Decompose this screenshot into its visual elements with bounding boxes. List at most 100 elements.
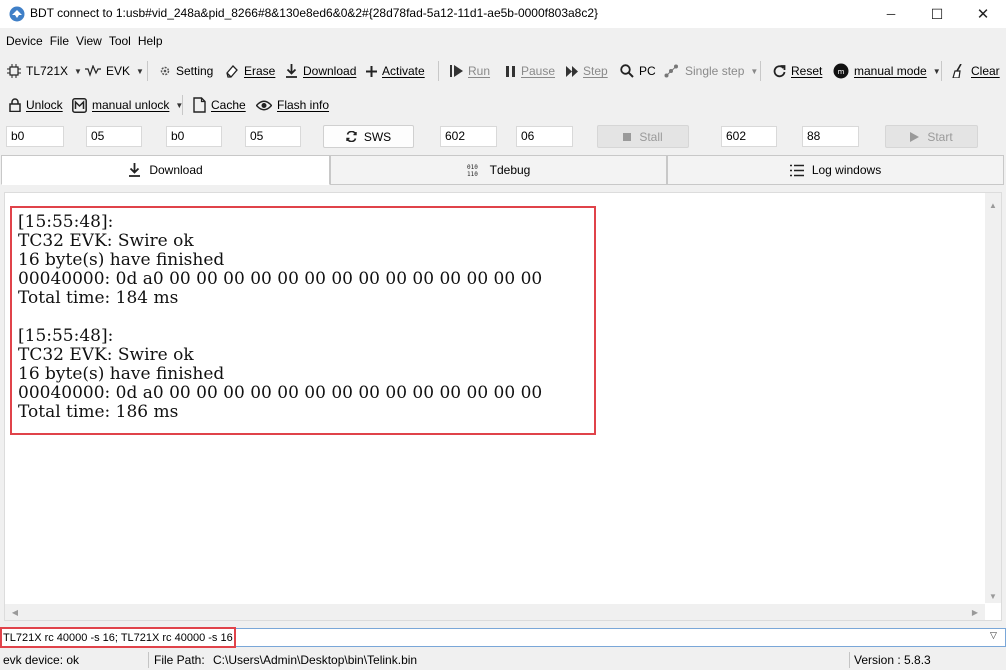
scroll-left-icon[interactable]: ◀: [7, 604, 23, 620]
cache-label: Cache: [211, 98, 246, 112]
manual-unlock-dropdown[interactable]: manual unlock ▼: [72, 91, 183, 119]
refresh-icon: [346, 131, 357, 142]
log-text: [15:55:48]: TC32 EVK: Swire ok 16 byte(s…: [18, 212, 543, 422]
field-8[interactable]: 88: [802, 126, 859, 147]
document-icon: [193, 97, 206, 113]
run-button[interactable]: Run: [450, 57, 490, 85]
pause-button[interactable]: Pause: [506, 57, 555, 85]
menu-help[interactable]: Help: [138, 34, 163, 48]
eraser-icon: [226, 65, 238, 78]
device-status: evk device: ok: [3, 653, 80, 667]
scroll-down-icon[interactable]: ▼: [985, 588, 1001, 604]
svg-text:110: 110: [467, 171, 478, 177]
unlock-button[interactable]: Unlock: [9, 91, 63, 119]
chip-select[interactable]: TL721X ▼: [7, 57, 82, 85]
scroll-right-icon[interactable]: ▶: [967, 604, 983, 620]
list-icon: [789, 164, 804, 176]
step-button[interactable]: Step: [566, 57, 608, 85]
pc-button[interactable]: PC: [620, 57, 656, 85]
reset-label: Reset: [791, 64, 823, 78]
cache-button[interactable]: Cache: [193, 91, 246, 119]
menu-device[interactable]: Device: [6, 34, 43, 48]
file-path-value: C:\Users\Admin\Desktop\bin\Telink.bin: [213, 653, 418, 667]
tab-download[interactable]: Download: [1, 155, 330, 185]
field-5[interactable]: 602: [440, 126, 497, 147]
title-bar: BDT connect to 1:usb#vid_248a&pid_8266#8…: [0, 0, 1006, 28]
lock-icon: [9, 98, 21, 112]
status-separator: [148, 652, 149, 668]
field-2[interactable]: 05: [86, 126, 142, 147]
version-label: Version : 5.8.3: [854, 653, 931, 667]
step-label: Step: [583, 64, 608, 78]
eye-icon: [256, 100, 272, 110]
tab-log-windows-label: Log windows: [811, 163, 882, 177]
start-button[interactable]: Start: [885, 125, 978, 148]
chevron-down-icon: ▼: [932, 66, 941, 76]
field-1[interactable]: b0: [6, 126, 64, 147]
status-separator: [849, 652, 850, 668]
sws-button[interactable]: SWS: [323, 125, 414, 148]
stall-label: Stall: [639, 129, 663, 144]
download-icon: [129, 163, 141, 177]
pause-icon: [506, 65, 515, 77]
activate-label: Activate: [382, 64, 425, 78]
horizontal-scrollbar[interactable]: ◀ ▶: [5, 604, 985, 620]
board-select[interactable]: EVK ▼: [85, 57, 144, 85]
svg-text:010: 010: [467, 164, 478, 171]
flash-info-label: Flash info: [277, 98, 330, 112]
menu-file[interactable]: File: [50, 34, 69, 48]
toolbar-separator: [147, 61, 148, 81]
chevron-down-icon: ▼: [136, 66, 144, 76]
menu-tool[interactable]: Tool: [109, 34, 131, 48]
erase-button[interactable]: Erase: [225, 57, 275, 85]
chip-icon: [7, 64, 21, 78]
play-icon: [910, 131, 920, 142]
field-4[interactable]: 05: [245, 126, 301, 147]
download-button[interactable]: Download: [285, 57, 356, 85]
manual-unlock-label: manual unlock: [92, 98, 170, 112]
main-toolbar: TL721X ▼ EVK ▼ Setting Erase Download Ac…: [0, 57, 1006, 85]
run-icon: [450, 65, 463, 77]
clear-button[interactable]: Clear: [952, 57, 1000, 85]
field-3[interactable]: b0: [166, 126, 222, 147]
activate-button[interactable]: Activate: [366, 57, 425, 85]
tab-download-label: Download: [149, 163, 203, 177]
erase-label: Erase: [244, 64, 276, 78]
toolbar-separator: [182, 95, 183, 115]
maximize-button[interactable]: ☐: [914, 0, 960, 28]
gear-icon: [160, 66, 170, 76]
command-highlight-box: [0, 627, 236, 648]
field-6[interactable]: 06: [516, 126, 573, 147]
run-label: Run: [468, 64, 491, 78]
toolbar-separator: [941, 61, 942, 81]
single-step-icon: [664, 64, 678, 78]
clear-label: Clear: [971, 64, 1000, 78]
stall-button[interactable]: Stall: [597, 125, 689, 148]
scroll-up-icon[interactable]: ▲: [985, 197, 1001, 213]
app-logo-icon: [9, 6, 25, 22]
secondary-toolbar: Unlock manual unlock ▼ Cache Flash info: [0, 91, 1006, 119]
download-label: Download: [303, 64, 357, 78]
window-title: BDT connect to 1:usb#vid_248a&pid_8266#8…: [30, 6, 599, 20]
pc-label: PC: [639, 64, 656, 78]
close-button[interactable]: ✕: [960, 0, 1006, 28]
file-path-label: File Path:: [154, 653, 205, 667]
start-label: Start: [927, 129, 953, 144]
single-step-dropdown[interactable]: Single step ▼: [664, 57, 758, 85]
board-label: EVK: [106, 64, 131, 78]
menu-view[interactable]: View: [76, 34, 102, 48]
broom-icon: [952, 64, 962, 78]
reset-button[interactable]: Reset: [773, 57, 822, 85]
mode-dropdown[interactable]: m manual mode ▼: [833, 57, 941, 85]
status-bar: evk device: ok File Path: C:\Users\Admin…: [0, 650, 1006, 670]
manual-unlock-icon: [72, 97, 87, 113]
minimize-button[interactable]: ─: [868, 0, 914, 28]
setting-button[interactable]: Setting: [159, 57, 213, 85]
tab-tdebug[interactable]: 010 110 Tdebug: [330, 155, 667, 185]
chevron-down-icon: ▼: [74, 66, 82, 76]
chevron-down-icon[interactable]: ▽: [990, 630, 997, 641]
field-7[interactable]: 602: [721, 126, 777, 147]
tab-log-windows[interactable]: Log windows: [667, 155, 1004, 185]
vertical-scrollbar[interactable]: ▲ ▼: [985, 193, 1001, 603]
flash-info-button[interactable]: Flash info: [256, 91, 329, 119]
